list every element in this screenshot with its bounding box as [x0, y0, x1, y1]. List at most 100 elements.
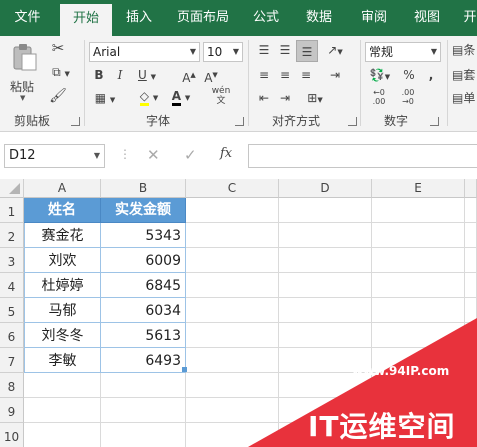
salary-cell[interactable]: 6034 [101, 298, 186, 323]
name-cell[interactable]: 李敏 [24, 348, 101, 373]
header-name-cell[interactable]: 姓名 [24, 198, 101, 223]
grid-cell[interactable] [465, 398, 477, 423]
tab-formulas[interactable]: 公式 [244, 0, 288, 36]
name-box[interactable]: D12 ▼ [4, 144, 105, 168]
grid-cell[interactable] [101, 373, 186, 398]
grid-cell[interactable] [279, 298, 372, 323]
column-header-a[interactable]: A [24, 179, 101, 198]
border-icon[interactable]: ▦ ▼ [92, 90, 118, 108]
grid-cell[interactable] [372, 223, 465, 248]
grid-cell[interactable] [279, 248, 372, 273]
grid-cell[interactable] [372, 273, 465, 298]
grid-cell[interactable] [24, 373, 101, 398]
grid-cell[interactable] [279, 348, 372, 373]
font-color-icon[interactable]: A ▼ [168, 88, 194, 106]
grid-cell[interactable] [279, 423, 372, 447]
grid-cell[interactable] [465, 223, 477, 248]
align-left-icon[interactable]: ≡ [256, 67, 272, 83]
row-header-6[interactable]: 6 [0, 323, 24, 348]
tab-review[interactable]: 审阅 [352, 0, 396, 36]
grid-cell[interactable] [24, 423, 101, 447]
salary-cell[interactable]: 6009 [101, 248, 186, 273]
fill-color-icon[interactable]: ◇ ▼ [136, 88, 162, 106]
paste-dropdown-icon[interactable]: ▼ [20, 94, 25, 102]
grid-cell[interactable] [465, 248, 477, 273]
grid-cell[interactable] [279, 373, 372, 398]
conditional-format-icon[interactable]: ▤条 [452, 42, 477, 58]
name-cell[interactable]: 马郁 [24, 298, 101, 323]
bold-icon[interactable]: B [92, 67, 106, 83]
tab-developer-cut[interactable]: 开 [458, 0, 477, 36]
number-format-select[interactable]: 常规 ▼ [365, 42, 441, 62]
merge-center-icon[interactable]: ⊞▼ [300, 90, 330, 108]
salary-cell[interactable]: 6845 [101, 273, 186, 298]
tab-home[interactable]: 开始 [60, 4, 112, 36]
grid-cell[interactable] [101, 423, 186, 447]
grid-cell[interactable] [279, 398, 372, 423]
tab-file[interactable]: 文件 [0, 0, 55, 36]
align-center-icon[interactable]: ≡ [277, 67, 293, 83]
grid-cell[interactable] [279, 273, 372, 298]
grid-cell[interactable] [465, 298, 477, 323]
increase-indent-icon[interactable]: ⇥ [277, 90, 293, 106]
grid-cell[interactable] [279, 323, 372, 348]
column-header-e[interactable]: E [372, 179, 465, 198]
grid-cell[interactable] [372, 248, 465, 273]
name-cell[interactable]: 杜婷婷 [24, 273, 101, 298]
grid-cell[interactable] [186, 298, 279, 323]
grid-cell[interactable] [372, 323, 465, 348]
wrap-text-icon[interactable]: ⇥ [322, 67, 348, 83]
copy-icon[interactable]: ⧉ ▼ [48, 64, 74, 82]
row-header-10[interactable]: 10 [0, 423, 24, 447]
grid-cell[interactable] [372, 298, 465, 323]
column-header-b[interactable]: B [101, 179, 186, 198]
grid-cell[interactable] [186, 198, 279, 223]
tab-page-layout[interactable]: 页面布局 [170, 0, 236, 36]
format-painter-icon[interactable]: 🖌 [48, 88, 68, 104]
alignment-launcher-icon[interactable] [348, 117, 357, 126]
row-header-5[interactable]: 5 [0, 298, 24, 323]
tab-insert[interactable]: 插入 [117, 0, 161, 36]
grid-cell[interactable] [465, 373, 477, 398]
paste-button[interactable]: 粘贴 ▼ [6, 40, 42, 102]
grid-cell[interactable] [279, 198, 372, 223]
phonetic-icon[interactable]: wén 文 [210, 86, 232, 106]
grid-cell[interactable] [186, 348, 279, 373]
header-salary-cell[interactable]: 实发金额 [101, 198, 186, 223]
select-all-corner[interactable] [0, 179, 24, 198]
orientation-icon[interactable]: ↗▼ [322, 42, 348, 60]
column-header-f[interactable] [465, 179, 477, 198]
name-cell[interactable]: 刘冬冬 [24, 323, 101, 348]
grid-cell[interactable] [465, 348, 477, 373]
cell-styles-icon[interactable]: ▤单 [452, 90, 477, 106]
grid-cell[interactable] [186, 373, 279, 398]
underline-icon[interactable]: U ▼ [134, 67, 160, 85]
formula-input[interactable] [248, 144, 477, 168]
align-top-icon[interactable]: ☰ [256, 42, 272, 58]
grid-cell[interactable] [186, 273, 279, 298]
grid-cell[interactable] [372, 348, 465, 373]
name-cell[interactable]: 赛金花 [24, 223, 101, 248]
grid-cell[interactable] [465, 273, 477, 298]
fill-handle[interactable] [182, 367, 187, 372]
row-header-9[interactable]: 9 [0, 398, 24, 423]
increase-font-icon[interactable]: A▲ [180, 67, 198, 86]
grid-cell[interactable] [465, 323, 477, 348]
decrease-decimal-icon[interactable]: .00 →0 [396, 88, 420, 106]
cut-icon[interactable]: ✂ [48, 40, 68, 56]
row-header-1[interactable]: 1 [0, 198, 24, 223]
grid-cell[interactable] [372, 198, 465, 223]
grid-cell[interactable] [186, 323, 279, 348]
decrease-font-icon[interactable]: A▼ [202, 67, 220, 86]
row-header-4[interactable]: 4 [0, 273, 24, 298]
grid-cell[interactable] [372, 373, 465, 398]
insert-function-icon[interactable]: fx [220, 146, 232, 161]
grid-cell[interactable] [186, 223, 279, 248]
grid-cell[interactable] [186, 423, 279, 447]
enter-icon[interactable]: ✓ [184, 146, 197, 164]
font-size-select[interactable]: 10 ▼ [203, 42, 243, 62]
format-table-icon[interactable]: ▤套 [452, 67, 477, 83]
decrease-indent-icon[interactable]: ⇤ [256, 90, 272, 106]
grid-cell[interactable] [186, 398, 279, 423]
font-name-select[interactable]: Arial ▼ [89, 42, 200, 62]
